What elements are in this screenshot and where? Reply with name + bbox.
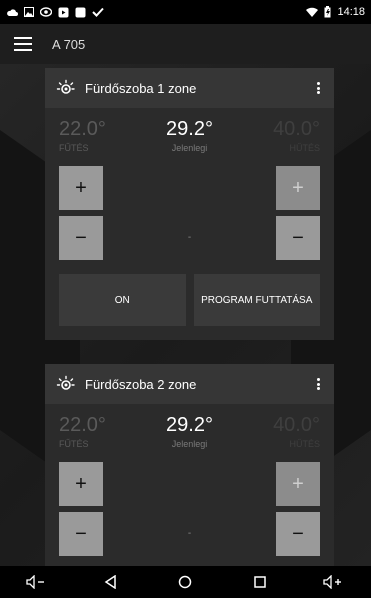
setpoint-controls: + − - + − xyxy=(45,166,334,262)
cooling-label: HŰTÉS xyxy=(289,439,320,449)
zone-header: Fürdőszoba 1 zone xyxy=(45,68,334,108)
back-button[interactable] xyxy=(93,569,129,595)
sun-icon xyxy=(56,375,75,390)
eye-icon xyxy=(40,7,52,17)
zone-name: Fürdőszoba 1 zone xyxy=(85,80,197,96)
zone-name: Fürdőszoba 2 zone xyxy=(85,376,197,392)
zone-actions: ON PROGRAM FUTTATÁSA xyxy=(45,262,334,340)
cooling-value: 40.0° xyxy=(273,414,320,436)
volume-down-button[interactable] xyxy=(19,569,55,595)
cooling-value: 40.0° xyxy=(273,118,320,140)
more-options-icon[interactable] xyxy=(312,376,324,392)
check-icon xyxy=(92,7,104,17)
media-icon xyxy=(58,7,69,17)
wifi-icon xyxy=(306,7,319,17)
setpoint-controls: + − - + − xyxy=(45,462,334,558)
cloud-icon xyxy=(7,8,18,16)
volume-up-button[interactable] xyxy=(316,569,352,595)
cooling-setpoint: 40.0° HŰTÉS xyxy=(273,414,320,449)
zone-card-2: Fürdőszoba 2 zone 22.0° FŰTÉS 29.2° Jele… xyxy=(45,364,334,566)
cool-increase-button[interactable]: + xyxy=(276,166,320,210)
home-icon xyxy=(179,575,192,589)
heat-increase-button[interactable]: + xyxy=(59,462,103,506)
battery-icon xyxy=(324,6,331,18)
cooling-setpoint: 40.0° HŰTÉS xyxy=(273,118,320,153)
cool-increase-button[interactable]: + xyxy=(276,462,320,506)
menu-icon[interactable] xyxy=(14,37,32,51)
cool-decrease-button[interactable]: − xyxy=(276,512,320,556)
recents-icon xyxy=(253,576,266,588)
notification-icons xyxy=(6,7,104,18)
volume-down-icon xyxy=(26,575,45,589)
zone-header: Fürdőszoba 2 zone xyxy=(45,364,334,404)
system-status: 14:18 xyxy=(306,6,365,18)
volume-up-icon xyxy=(323,575,341,589)
temperature-row: 22.0° FŰTÉS 29.2° Jelenlegi 40.0° HŰTÉS xyxy=(45,404,334,462)
app-bar: A 705 xyxy=(0,24,371,64)
heat-increase-button[interactable]: + xyxy=(59,166,103,210)
home-button[interactable] xyxy=(167,569,203,595)
cooling-label: HŰTÉS xyxy=(289,143,320,153)
temperature-row: 22.0° FŰTÉS 29.2° Jelenlegi 40.0° HŰTÉS xyxy=(45,108,334,166)
sun-icon xyxy=(56,79,75,94)
zone-card-1: Fürdőszoba 1 zone 22.0° FŰTÉS 29.2° Jele… xyxy=(45,68,334,340)
run-program-button[interactable]: PROGRAM FUTTATÁSA xyxy=(193,274,320,326)
page-title: A 705 xyxy=(52,36,86,52)
navigation-bar xyxy=(0,566,371,598)
on-button[interactable]: ON xyxy=(59,274,186,326)
cool-decrease-button[interactable]: − xyxy=(276,216,320,260)
back-icon xyxy=(104,575,117,589)
status-bar: 14:18 xyxy=(0,0,371,24)
more-options-icon[interactable] xyxy=(312,80,324,96)
clock: 14:18 xyxy=(337,6,365,18)
recents-button[interactable] xyxy=(242,569,278,595)
app-icon xyxy=(75,7,86,17)
image-icon xyxy=(24,7,34,17)
